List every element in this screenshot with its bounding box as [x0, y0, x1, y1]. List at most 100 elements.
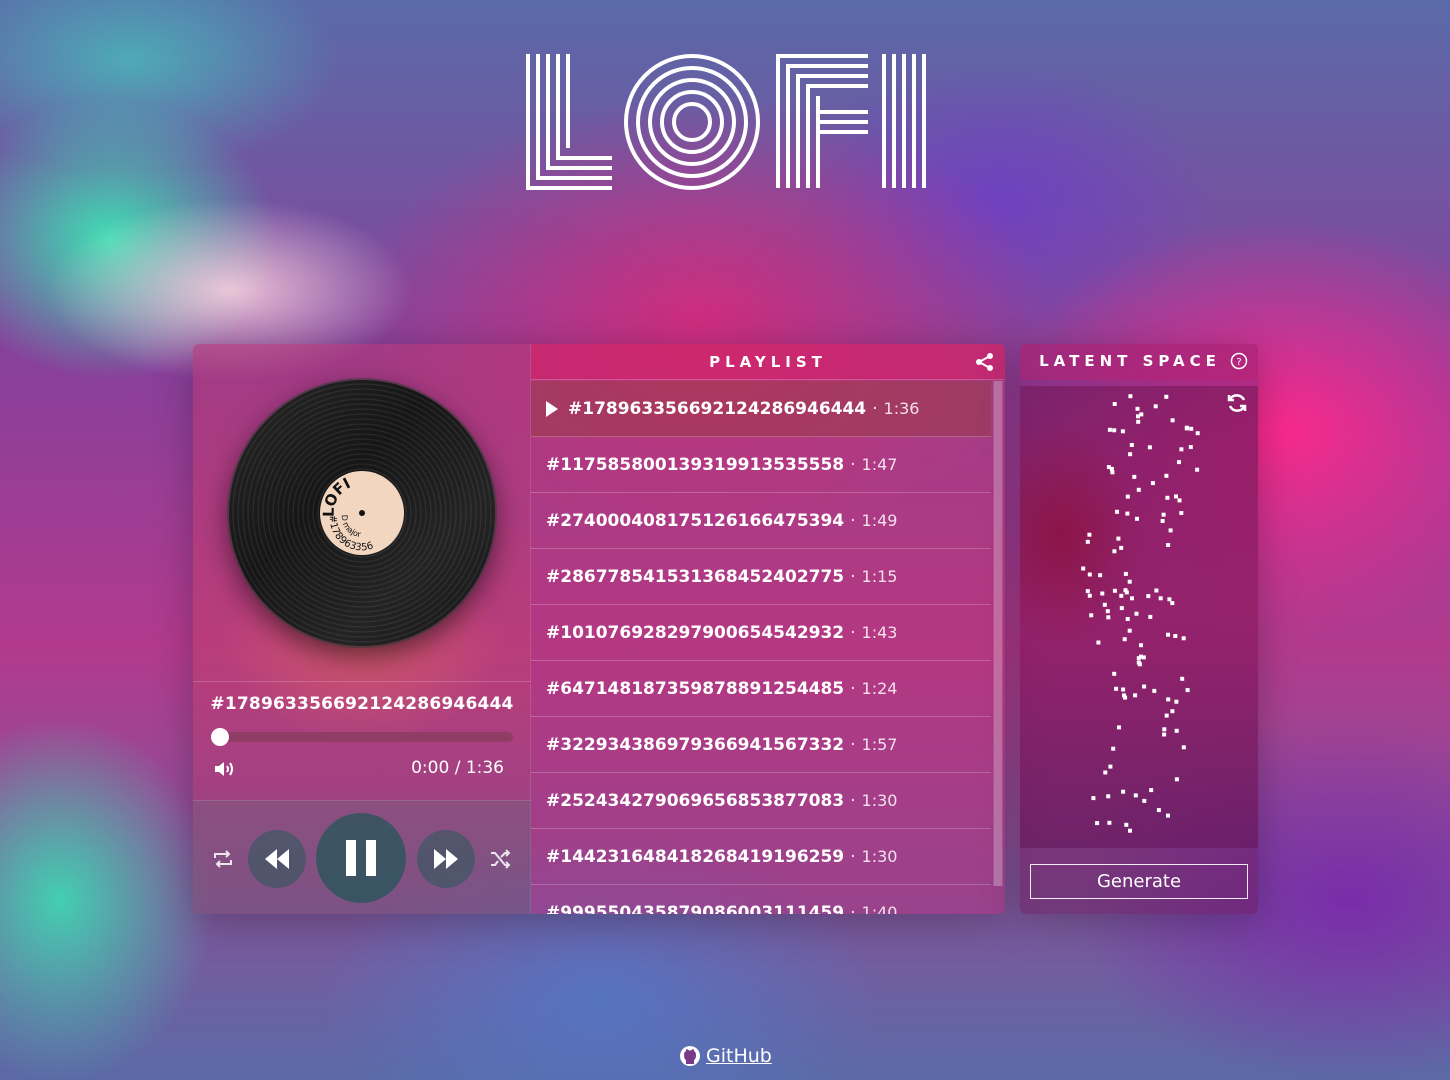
now-playing-title: #178963356692124286946444: [210, 694, 514, 714]
playlist-track[interactable]: #178963356692124286946444 · 1:36: [531, 381, 991, 437]
latent-point: [1166, 697, 1171, 702]
latent-point: [1133, 693, 1138, 698]
latent-point: [1148, 614, 1153, 619]
latent-point: [1133, 793, 1138, 798]
playlist-track[interactable]: #286778541531368452402775 · 1:15: [531, 549, 991, 605]
latent-point: [1089, 613, 1094, 618]
latent-point: [1142, 798, 1147, 803]
play-indicator-icon: [546, 400, 558, 417]
track-duration: 1:57: [861, 735, 898, 754]
latent-point: [1106, 615, 1111, 620]
pause-icon: [346, 840, 376, 876]
latent-point: [1098, 573, 1103, 578]
refresh-icon[interactable]: [1226, 392, 1248, 414]
latent-point: [1174, 699, 1179, 704]
latent-point: [1087, 532, 1092, 537]
latent-point: [1125, 511, 1130, 516]
latent-point: [1162, 727, 1167, 732]
latent-space-panel: LATENT SPACE ? Generate: [1020, 344, 1258, 914]
latent-point: [1154, 588, 1159, 593]
vinyl-area: LOFI D major #178963356: [193, 344, 531, 682]
playlist-track[interactable]: #322934386979366941567332 · 1:57: [531, 717, 991, 773]
repeat-button[interactable]: [211, 847, 235, 871]
latent-point: [1136, 660, 1141, 665]
generate-button[interactable]: Generate: [1030, 864, 1248, 899]
latent-point: [1142, 684, 1147, 689]
latent-point: [1085, 539, 1090, 544]
latent-point: [1116, 536, 1121, 541]
latent-point: [1184, 425, 1189, 430]
pause-button[interactable]: [316, 813, 406, 903]
latent-point: [1102, 602, 1107, 607]
latent-point: [1174, 494, 1178, 499]
rewind-button[interactable]: [248, 830, 306, 888]
latent-space-plot[interactable]: [1020, 386, 1258, 848]
player-panel: LOFI D major #178963356 #178963356692124…: [193, 344, 1005, 914]
latent-point: [1111, 746, 1116, 751]
latent-point: [1128, 394, 1133, 399]
latent-point: [1174, 728, 1179, 733]
fast-forward-button[interactable]: [417, 830, 475, 888]
playlist-track[interactable]: #101076928297900654542932 · 1:43: [531, 605, 991, 661]
latent-point: [1185, 688, 1190, 693]
volume-icon[interactable]: [213, 759, 235, 779]
github-icon[interactable]: [679, 1045, 701, 1067]
track-duration: 1:40: [861, 903, 898, 914]
playlist-panel: PLAYLIST #178963356692124286946444 · 1:36 #…: [531, 344, 1005, 914]
latent-point: [1125, 494, 1130, 499]
progress-thumb[interactable]: [211, 728, 229, 746]
latent-point: [1127, 579, 1132, 584]
latent-point: [1122, 637, 1127, 642]
latent-space-title: LATENT SPACE: [1039, 352, 1221, 370]
latent-point: [1128, 828, 1132, 833]
repeat-icon: [214, 850, 232, 868]
svg-text:?: ?: [1236, 357, 1241, 368]
playlist-track[interactable]: #647148187359878891254485 · 1:24: [531, 661, 991, 717]
track-separator: ·: [850, 734, 856, 755]
playlist-track[interactable]: #144231648418268419196259 · 1:30: [531, 829, 991, 885]
now-playing-column: LOFI D major #178963356 #178963356692124…: [193, 344, 531, 914]
latent-point: [1135, 406, 1140, 411]
github-link[interactable]: GitHub: [706, 1045, 772, 1067]
latent-point: [1136, 487, 1141, 492]
latent-point: [1127, 628, 1132, 633]
latent-point: [1173, 634, 1178, 638]
share-icon[interactable]: [975, 352, 995, 372]
latent-point: [1130, 596, 1134, 601]
latent-point: [1181, 636, 1186, 641]
playlist-track[interactable]: #117585800139319913535558 · 1:47: [531, 437, 991, 493]
track-duration: 1:49: [861, 511, 898, 530]
track-separator: ·: [850, 566, 856, 587]
latent-point: [1195, 467, 1200, 472]
playlist-track[interactable]: #252434279069656853877083 · 1:30: [531, 773, 991, 829]
latent-point: [1180, 676, 1185, 681]
latent-point: [1107, 427, 1112, 432]
latent-point: [1141, 655, 1146, 660]
track-name: #286778541531368452402775: [546, 566, 845, 587]
latent-point: [1112, 428, 1117, 433]
latent-point: [1136, 414, 1140, 419]
rewind-icon: [265, 849, 289, 869]
latent-point: [1158, 596, 1163, 601]
latent-point: [1164, 394, 1169, 399]
latent-point: [1134, 611, 1139, 616]
progress-slider[interactable]: [211, 728, 513, 746]
shuffle-button[interactable]: [488, 847, 512, 871]
latent-point: [1161, 512, 1166, 517]
latent-point: [1181, 745, 1186, 750]
help-circle-icon[interactable]: ?: [1230, 352, 1248, 370]
lofi-logo: [526, 54, 926, 190]
latent-point: [1085, 589, 1090, 594]
playlist-track[interactable]: #274000408175126166475394 · 1:49: [531, 493, 991, 549]
playlist-scrollbar[interactable]: [993, 381, 1003, 886]
latent-point: [1129, 443, 1134, 447]
playlist-track[interactable]: #999550435879086003111459 · 1:40: [531, 885, 991, 915]
track-name: #274000408175126166475394: [546, 510, 845, 531]
latent-point: [1106, 794, 1111, 799]
playlist-title: PLAYLIST: [709, 353, 827, 371]
scrollbar-thumb[interactable]: [994, 381, 1002, 886]
playlist-list: #178963356692124286946444 · 1:36 #117585800…: [531, 381, 991, 914]
track-name: #117585800139319913535558: [546, 454, 845, 475]
latent-point: [1123, 588, 1128, 593]
latent-point: [1179, 447, 1184, 452]
